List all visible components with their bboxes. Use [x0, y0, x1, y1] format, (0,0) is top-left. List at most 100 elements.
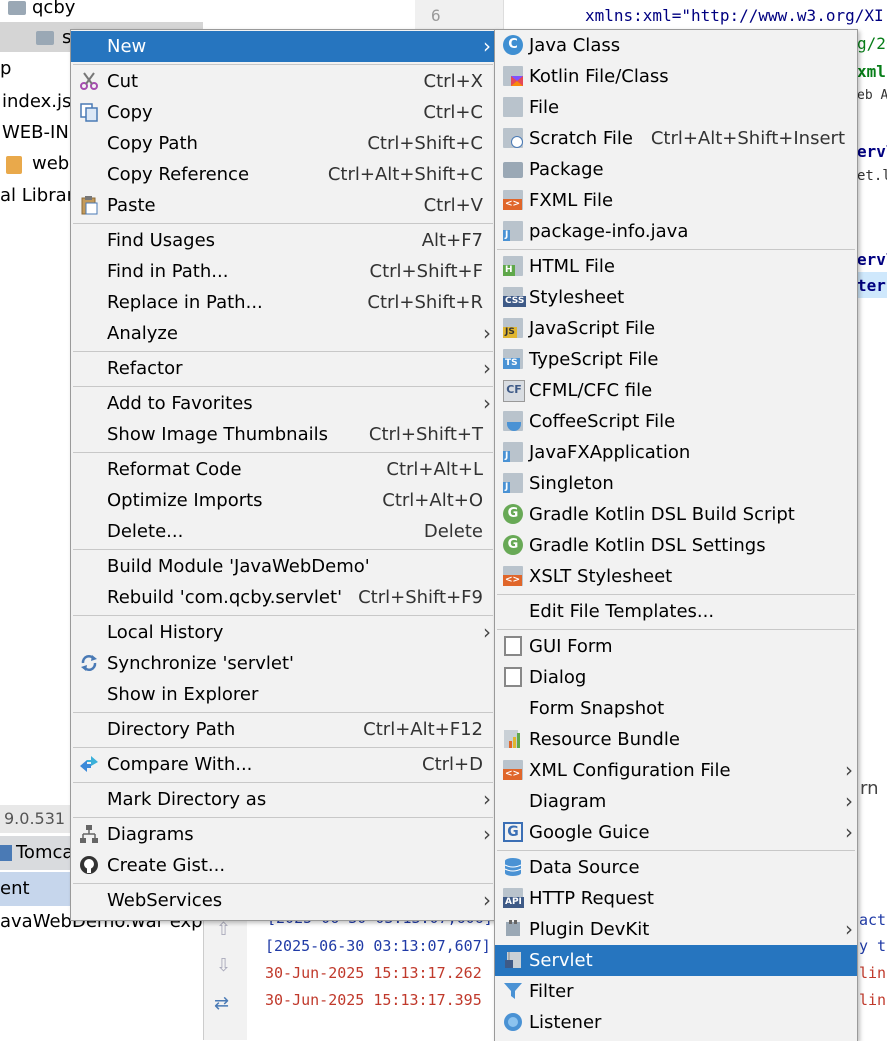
menu-item-directory-path[interactable]: Directory Path Ctrl+Alt+F12	[71, 714, 495, 745]
log-fragment: act	[859, 911, 887, 929]
new-item-data-source[interactable]: Data Source	[495, 852, 857, 883]
menu-item-paste[interactable]: Paste Ctrl+V	[71, 190, 495, 221]
new-item-gradle-build-script[interactable]: G Gradle Kotlin DSL Build Script	[495, 499, 857, 530]
tomcat-icon	[0, 845, 12, 861]
menu-item-refactor[interactable]: Refactor ›	[71, 353, 495, 384]
new-item-package[interactable]: Package	[495, 154, 857, 185]
menu-item-delete[interactable]: Delete... Delete	[71, 516, 495, 547]
menu-item-build-module[interactable]: Build Module 'JavaWebDemo'	[71, 551, 495, 582]
new-item-servlet[interactable]: Servlet	[495, 945, 857, 976]
fxml-file-icon: <>	[503, 190, 523, 210]
tree-item-web-inf[interactable]: WEB-IN	[2, 119, 69, 147]
github-icon	[79, 855, 99, 875]
menu-item-analyze[interactable]: Analyze ›	[71, 318, 495, 349]
new-item-dialog[interactable]: Dialog	[495, 662, 857, 693]
new-item-scratch-file[interactable]: Scratch File Ctrl+Alt+Shift+Insert	[495, 123, 857, 154]
chevron-right-icon: ›	[483, 888, 491, 912]
separator	[73, 351, 493, 352]
new-item-fxml-file[interactable]: <> FXML File	[495, 185, 857, 216]
menu-item-add-to-favorites[interactable]: Add to Favorites ›	[71, 388, 495, 419]
menu-item-show-image-thumbnails[interactable]: Show Image Thumbnails Ctrl+Shift+T	[71, 419, 495, 450]
new-item-gui-form[interactable]: GUI Form	[495, 631, 857, 662]
menu-item-find-usages[interactable]: Find Usages Alt+F7	[71, 225, 495, 256]
kotlin-file-icon	[503, 66, 523, 86]
menu-item-find-in-path[interactable]: Find in Path... Ctrl+Shift+F	[71, 256, 495, 287]
menu-item-cut[interactable]: Cut Ctrl+X	[71, 66, 495, 97]
menu-item-webservices[interactable]: WebServices ›	[71, 885, 495, 916]
separator	[73, 712, 493, 713]
menu-item-copy[interactable]: Copy Ctrl+C	[71, 97, 495, 128]
up-arrow-icon[interactable]: ⇧	[216, 919, 231, 940]
gradle-icon: G	[503, 535, 523, 555]
menu-item-rebuild[interactable]: Rebuild 'com.qcby.servlet' Ctrl+Shift+F9	[71, 582, 495, 613]
context-menu: New › Cut Ctrl+X Copy Ctrl+C Copy Path Ctrl+…	[70, 29, 496, 921]
menu-item-create-gist[interactable]: Create Gist...	[71, 850, 495, 881]
chevron-right-icon: ›	[483, 321, 491, 345]
new-item-javafx-application[interactable]: J JavaFXApplication	[495, 437, 857, 468]
new-item-xslt-stylesheet[interactable]: <> XSLT Stylesheet	[495, 561, 857, 592]
menu-item-show-in-explorer[interactable]: Show in Explorer	[71, 679, 495, 710]
clipboard-icon	[79, 195, 99, 215]
menu-item-copy-path[interactable]: Copy Path Ctrl+Shift+C	[71, 128, 495, 159]
new-item-cfml-file[interactable]: CF CFML/CFC file	[495, 375, 857, 406]
new-item-xml-configuration-file[interactable]: <> XML Configuration File ›	[495, 755, 857, 786]
log-fragment: y t	[859, 937, 887, 955]
soft-wrap-icon[interactable]: ⇄	[214, 993, 229, 1014]
down-arrow-icon[interactable]: ⇩	[216, 955, 231, 976]
copy-icon	[79, 102, 99, 122]
new-item-http-request[interactable]: API HTTP Request	[495, 883, 857, 914]
folder-icon	[36, 31, 54, 45]
menu-item-replace-in-path[interactable]: Replace in Path... Ctrl+Shift+R	[71, 287, 495, 318]
java-file-icon: J	[503, 473, 523, 493]
tomcat-tab[interactable]: Tomca	[0, 836, 73, 870]
new-item-stylesheet[interactable]: CSS Stylesheet	[495, 282, 857, 313]
new-item-coffeescript-file[interactable]: CoffeeScript File	[495, 406, 857, 437]
separator	[73, 64, 493, 65]
new-item-edit-file-templates[interactable]: Edit File Templates...	[495, 596, 857, 627]
new-item-plugin-devkit[interactable]: Plugin DevKit ›	[495, 914, 857, 945]
separator	[497, 850, 855, 851]
coffeescript-file-icon	[503, 411, 523, 431]
plugin-icon	[503, 919, 523, 939]
new-item-package-info[interactable]: J package-info.java	[495, 216, 857, 247]
new-item-listener[interactable]: Listener	[495, 1007, 857, 1038]
new-item-html-file[interactable]: H HTML File	[495, 251, 857, 282]
new-item-singleton[interactable]: J Singleton	[495, 468, 857, 499]
gui-form-icon	[504, 636, 522, 656]
new-item-java-class[interactable]: C Java Class	[495, 30, 857, 61]
new-item-kotlin-file[interactable]: Kotlin File/Class	[495, 61, 857, 92]
package-icon	[503, 162, 523, 178]
menu-item-synchronize[interactable]: Synchronize 'servlet'	[71, 648, 495, 679]
menu-item-optimize-imports[interactable]: Optimize Imports Ctrl+Alt+O	[71, 485, 495, 516]
new-item-form-snapshot[interactable]: Form Snapshot	[495, 693, 857, 724]
new-item-gradle-settings[interactable]: G Gradle Kotlin DSL Settings	[495, 530, 857, 561]
menu-item-diagrams[interactable]: Diagrams ›	[71, 819, 495, 850]
deployment-header[interactable]: ent	[0, 872, 70, 906]
new-item-diagram[interactable]: Diagram ›	[495, 786, 857, 817]
api-icon: API	[503, 888, 524, 908]
menu-item-mark-directory-as[interactable]: Mark Directory as ›	[71, 784, 495, 815]
listener-icon	[503, 1012, 523, 1032]
xml-file-icon: <>	[503, 760, 523, 780]
new-item-typescript-file[interactable]: TS TypeScript File	[495, 344, 857, 375]
new-item-javascript-file[interactable]: JS JavaScript File	[495, 313, 857, 344]
new-item-file[interactable]: File	[495, 92, 857, 123]
chevron-right-icon: ›	[845, 820, 853, 844]
new-item-filter[interactable]: Filter	[495, 976, 857, 1007]
new-item-resource-bundle[interactable]: Resource Bundle	[495, 724, 857, 755]
folder-icon	[8, 1, 26, 15]
separator	[497, 594, 855, 595]
cfml-file-icon: CF	[503, 380, 525, 402]
menu-item-compare-with[interactable]: Compare With... Ctrl+D	[71, 749, 495, 780]
filter-icon	[503, 981, 523, 1001]
tree-item-p[interactable]: p	[0, 55, 11, 83]
new-item-google-guice[interactable]: G Google Guice ›	[495, 817, 857, 848]
chevron-right-icon: ›	[483, 356, 491, 380]
log-fragment: lin	[859, 991, 887, 1009]
menu-item-copy-reference[interactable]: Copy Reference Ctrl+Alt+Shift+C	[71, 159, 495, 190]
menu-item-reformat-code[interactable]: Reformat Code Ctrl+Alt+L	[71, 454, 495, 485]
diagram-icon	[79, 824, 99, 844]
resource-bundle-icon	[503, 729, 523, 749]
menu-item-new[interactable]: New ›	[71, 31, 495, 62]
menu-item-local-history[interactable]: Local History ›	[71, 617, 495, 648]
